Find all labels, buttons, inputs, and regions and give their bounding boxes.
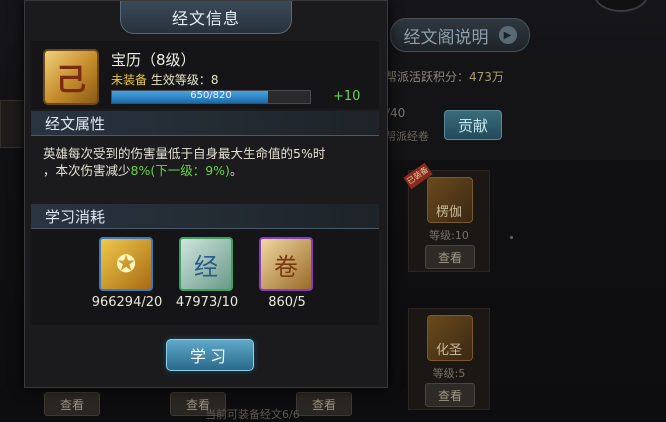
score-value: 473万 [469, 70, 504, 84]
learn-button[interactable]: 学习 [166, 339, 254, 371]
scripture-item-row: 己 宝历（8级） 未装备 生效等级：8 650/820 +10 [31, 41, 379, 109]
scripture-status: 未装备 生效等级：8 [111, 71, 218, 88]
view-button[interactable]: 查看 [44, 392, 100, 416]
effect-level-label: 生效等级：8 [150, 73, 219, 87]
attribute-section-header: 经文属性 [31, 111, 379, 136]
scripture-card-name: 化圣 [435, 343, 462, 358]
view-button[interactable]: 查看 [425, 245, 475, 269]
scripture-name: 宝历（8级） [111, 51, 196, 69]
cost-list: ✪ 966294/20 经 47973/10 卷 860/5 [31, 229, 379, 325]
attribute-text-3: 。 [229, 163, 243, 178]
guild-activity-score: 帮派活跃积分：473万 [385, 68, 504, 85]
arrow-right-icon: ▶ [498, 26, 517, 44]
modal-header: 经文信息 [120, 1, 292, 34]
attribute-text-1: 英雄每次受到的伤害量低于自身最大生命值的5%时 [43, 146, 326, 161]
exp-progress-bar: 650/820 [111, 90, 311, 104]
desc-button-label: 经文阁说明 [403, 27, 489, 48]
cost-section-header: 学习消耗 [31, 204, 379, 229]
scripture-card-level: 等级:10 [429, 229, 469, 242]
cost-amount: 860/5 [268, 295, 306, 310]
scripture-card-name: 楞伽 [435, 205, 462, 220]
attribute-description: 英雄每次受到的伤害量低于自身最大生命值的5%时 ，本次伤害减少8%(下一级：9%… [43, 145, 373, 179]
attribute-highlight: 8%(下一级：9%) [130, 163, 230, 178]
view-button[interactable]: 查看 [425, 383, 475, 407]
scripture-count: /40 [386, 106, 406, 120]
contribute-button[interactable]: 贡献 [444, 110, 502, 140]
attribute-section-title: 经文属性 [45, 115, 106, 133]
guild-scripture-label: 帮派经卷 [385, 130, 429, 143]
decorative-dot [510, 236, 513, 239]
equip-count-footer: 当前可装备经文6/6 [205, 408, 300, 421]
dragon-scripture-icon: 己 [43, 49, 99, 105]
left-side-tab [0, 100, 26, 148]
gold-coin-icon: ✪ [99, 237, 153, 291]
score-label: 帮派活跃积分： [385, 70, 470, 84]
scripture-card[interactable]: 已装备 楞伽 等级:10 查看 [403, 162, 490, 272]
scripture-info-modal: 经文信息 己 宝历（8级） 未装备 生效等级：8 650/820 +10 经文属… [24, 0, 388, 388]
exp-bonus: +10 [333, 89, 361, 104]
view-button[interactable]: 查看 [296, 392, 352, 416]
scripture-card[interactable]: 化圣 等级:5 查看 [408, 308, 490, 410]
attribute-text-2: ，本次伤害减少 [43, 163, 131, 178]
ancient-scroll-icon: 卷 [259, 237, 313, 291]
exp-progress-text: 650/820 [190, 90, 232, 101]
modal-title: 经文信息 [171, 9, 240, 28]
scripture-card-level: 等级:5 [432, 367, 466, 380]
cost-section-title: 学习消耗 [45, 208, 106, 226]
scripture-scroll-icon: 经 [179, 237, 233, 291]
scripture-hall-description-button[interactable]: 经文阁说明 ▶ [390, 18, 530, 52]
unequipped-label: 未装备 [111, 73, 148, 87]
